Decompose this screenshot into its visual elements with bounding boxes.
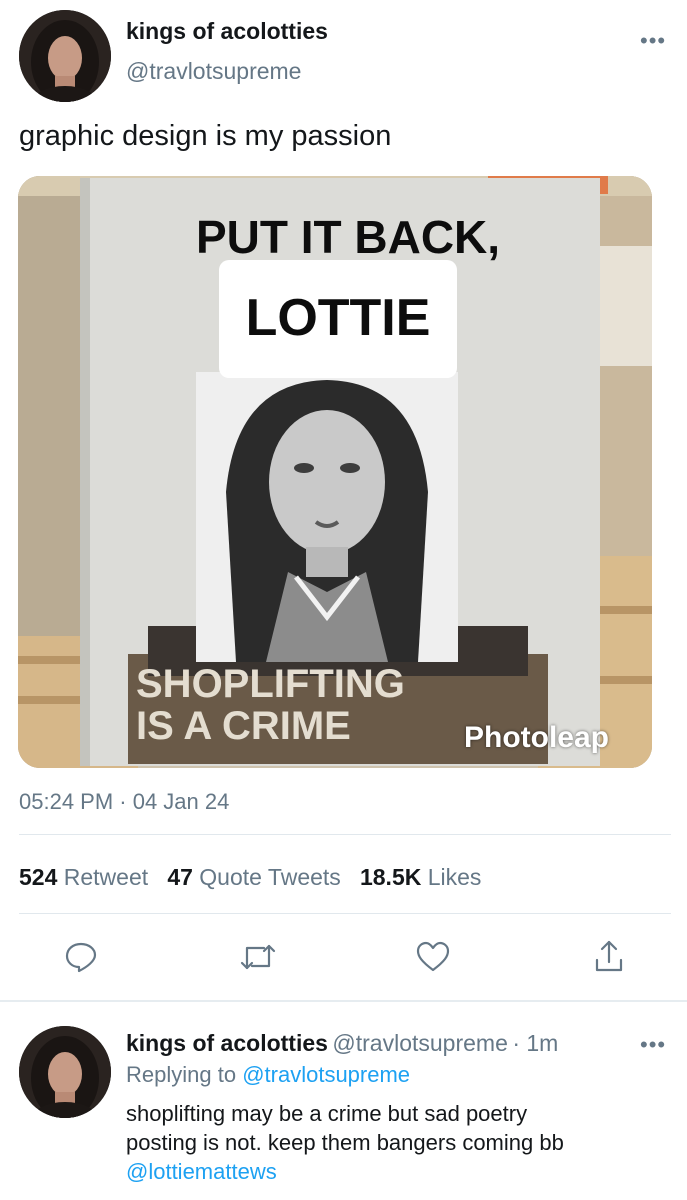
tweet-timestamp[interactable]: 05:24 PM · 04 Jan 24: [19, 789, 229, 815]
author-handle[interactable]: @travlotsupreme: [126, 58, 301, 85]
reply-more-icon[interactable]: •••: [640, 1032, 666, 1058]
tweet-stats: 524 Retweet 47 Quote Tweets 18.5K Likes: [19, 864, 481, 891]
more-icon[interactable]: •••: [640, 28, 666, 54]
quotes-stat[interactable]: 47 Quote Tweets: [167, 864, 340, 890]
replying-to: Replying to @travlotsupreme: [126, 1062, 411, 1087]
reply-button[interactable]: [64, 940, 98, 974]
author-name[interactable]: kings of acolotties: [126, 18, 328, 45]
sign-bottom-text-2: IS A CRIME: [136, 704, 351, 748]
sign-bottom-text-1: SHOPLIFTING: [136, 662, 405, 706]
reply-author-name[interactable]: kings of acolotties: [126, 1030, 328, 1056]
sign-name-label: LOTTIE: [219, 260, 457, 378]
likes-stat[interactable]: 18.5K Likes: [360, 864, 481, 890]
share-button[interactable]: [592, 938, 626, 974]
reply-text: shoplifting may be a crime but sad poetr…: [126, 1099, 671, 1186]
share-icon: [595, 940, 623, 972]
watermark-label: Photoleap: [464, 721, 610, 754]
mention-link[interactable]: @lottiemattews: [126, 1157, 671, 1186]
reply-author-handle[interactable]: @travlotsupreme: [332, 1030, 507, 1056]
reply-author-avatar[interactable]: [19, 1026, 111, 1118]
portrait-photo-icon: [196, 372, 458, 662]
tweet-media[interactable]: PUT IT BACK, LOTTIE SHOPLIFTING IS A CRI…: [18, 176, 652, 768]
sign-top-text: PUT IT BACK,: [195, 211, 501, 263]
retweet-icon: [240, 944, 276, 970]
reply-time[interactable]: · 1m: [512, 1030, 558, 1056]
reply-icon: [65, 942, 97, 973]
section-divider: [0, 1000, 687, 1002]
tweet-text: graphic design is my passion: [19, 120, 392, 152]
author-avatar[interactable]: [19, 10, 111, 102]
avatar-photo-icon: [19, 10, 111, 102]
reply-header: kings of acolotties @travlotsupreme · 1m: [126, 1030, 558, 1057]
like-button[interactable]: [415, 940, 451, 974]
like-icon: [416, 941, 450, 972]
avatar-photo-icon: [19, 1026, 111, 1118]
divider: [19, 913, 671, 914]
replying-to-link[interactable]: @travlotsupreme: [242, 1062, 410, 1087]
retweets-stat[interactable]: 524 Retweet: [19, 864, 148, 890]
retweet-button[interactable]: [238, 940, 278, 974]
divider: [19, 834, 671, 835]
sign-name-text: LOTTIE: [245, 289, 431, 347]
